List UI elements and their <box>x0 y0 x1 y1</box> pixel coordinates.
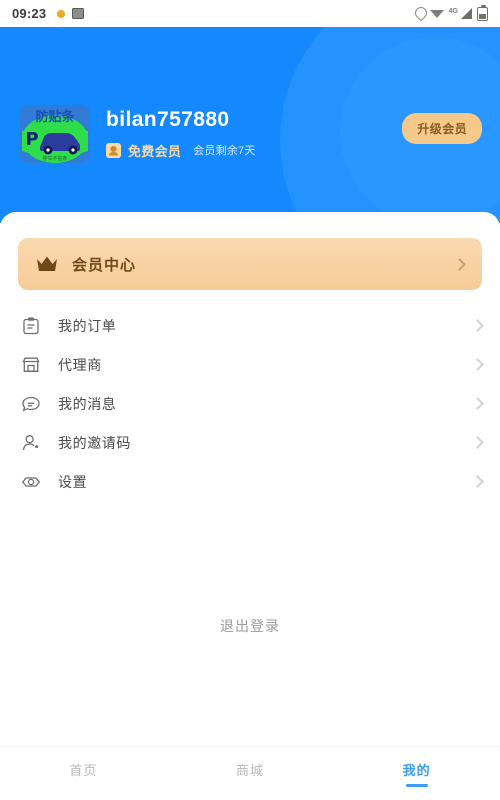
chevron-right-icon <box>471 319 484 332</box>
signal-icon <box>461 8 472 19</box>
status-bar-left-icons <box>57 8 85 19</box>
menu-item-my-messages[interactable]: 我的消息 <box>0 384 500 423</box>
svg-text:防贴条: 防贴条 <box>35 109 75 125</box>
screenshot-icon <box>72 8 85 19</box>
menu-item-label: 设置 <box>58 473 88 490</box>
menu-item-my-orders[interactable]: 我的订单 <box>0 306 500 345</box>
bottom-tab-bar: 首页 商城 我的 <box>0 746 500 800</box>
dot-indicator-icon <box>57 9 66 18</box>
chevron-right-icon <box>471 358 484 371</box>
menu-item-label: 我的消息 <box>58 395 117 412</box>
chevron-right-icon <box>453 257 466 271</box>
upgrade-membership-button[interactable]: 升级会员 <box>402 113 482 144</box>
menu-item-agent[interactable]: 代理商 <box>0 345 500 384</box>
settings-menu-list: 我的订单 代理商 我的消息 我的邀请码 设置 <box>0 306 500 501</box>
tab-store[interactable]: 商城 <box>167 747 334 800</box>
message-icon <box>20 393 42 415</box>
battery-icon <box>477 4 488 21</box>
menu-item-my-invite-code[interactable]: 我的邀请码 <box>0 423 500 462</box>
chevron-right-icon <box>471 436 484 449</box>
eye-icon <box>20 471 42 493</box>
tab-active-underline <box>405 784 428 787</box>
menu-item-label: 我的订单 <box>58 317 117 334</box>
member-remaining-label: 会员剩余7天 <box>193 145 256 158</box>
status-bar-right-icons: 4G <box>415 4 488 21</box>
location-icon <box>415 7 425 20</box>
svg-text:P: P <box>25 129 38 150</box>
status-bar-time: 09:23 <box>12 6 47 21</box>
member-level-label: 免费会员 <box>128 143 182 159</box>
menu-item-label: 代理商 <box>58 356 102 373</box>
menu-item-label: 我的邀请码 <box>58 434 131 451</box>
wifi-icon <box>429 9 444 18</box>
member-center-banner[interactable]: 会员中心 <box>18 238 482 290</box>
status-bar: 09:23 4G <box>0 0 500 27</box>
logout-button[interactable]: 退出登录 <box>0 616 500 636</box>
tab-mine[interactable]: 我的 <box>333 747 500 800</box>
user-add-icon <box>20 432 42 454</box>
store-icon <box>20 354 42 376</box>
svg-text:停车不贴条: 停车不贴条 <box>42 155 67 162</box>
avatar[interactable]: 防贴条 P 停车不贴条 <box>20 105 90 163</box>
tab-home[interactable]: 首页 <box>0 747 167 800</box>
content-sheet: 会员中心 我的订单 代理商 我的消息 我的邀请码 设置 退出登录 <box>0 212 500 800</box>
member-badge-icon <box>106 142 121 158</box>
tab-label: 商城 <box>236 763 265 778</box>
chevron-right-icon <box>471 475 484 488</box>
profile-header: 防贴条 P 停车不贴条 bilan757880 免费会员 会员剩余7天 升级会员 <box>0 27 500 223</box>
menu-item-settings[interactable]: 设置 <box>0 462 500 501</box>
tab-label: 首页 <box>69 763 98 778</box>
member-center-label: 会员中心 <box>72 256 137 274</box>
crown-icon <box>36 255 58 273</box>
network-type-label: 4G <box>448 7 458 15</box>
clipboard-icon <box>20 315 42 337</box>
tab-label: 我的 <box>402 763 431 778</box>
chevron-right-icon <box>471 397 484 410</box>
